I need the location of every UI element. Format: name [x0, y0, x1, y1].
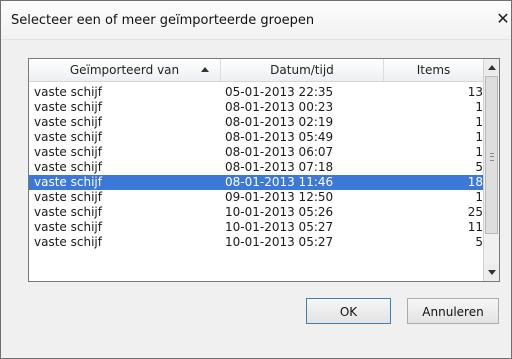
- cell-date: 10-01-2013 05:27: [225, 220, 334, 234]
- column-header-datetime[interactable]: Datum/tijd: [221, 59, 384, 81]
- column-header-items[interactable]: Items: [384, 59, 483, 81]
- cell-name: vaste schijf: [34, 220, 102, 234]
- cell-date: 05-01-2013 22:35: [225, 85, 334, 99]
- sort-ascending-icon: [201, 67, 209, 72]
- column-header-imported-from[interactable]: Geïmporteerd van: [29, 59, 221, 81]
- cell-date: 10-01-2013 05:26: [225, 205, 334, 219]
- close-icon[interactable]: ✕: [495, 10, 511, 28]
- dialog-title: Selecteer een of meer geïmporteerde groe…: [11, 13, 315, 28]
- cell-items: 25: [467, 205, 483, 219]
- table-row[interactable]: vaste schijf 08-01-2013 02:19 1: [29, 115, 483, 130]
- cell-date: 08-01-2013 07:18: [225, 160, 334, 174]
- ok-button[interactable]: OK: [306, 298, 391, 324]
- column-header-label: Geïmporteerd van: [69, 63, 180, 77]
- column-header-label: Datum/tijd: [270, 63, 334, 77]
- table-row[interactable]: vaste schijf 08-01-2013 05:49 1: [29, 130, 483, 145]
- scroll-thumb[interactable]: [485, 76, 498, 234]
- cell-items: 1: [475, 115, 483, 129]
- cell-name: vaste schijf: [34, 205, 102, 219]
- cell-date: 08-01-2013 06:07: [225, 145, 334, 159]
- column-header: Geïmporteerd van Datum/tijd Items: [29, 59, 483, 82]
- table-row[interactable]: vaste schijf 08-01-2013 06:07 1: [29, 145, 483, 160]
- cell-items: 1: [475, 100, 483, 114]
- cell-name: vaste schijf: [34, 85, 102, 99]
- cell-date: 08-01-2013 00:23: [225, 100, 334, 114]
- table-row[interactable]: vaste schijf 08-01-2013 00:23 1: [29, 100, 483, 115]
- table-row[interactable]: vaste schijf 10-01-2013 05:27 5: [29, 235, 483, 250]
- cell-name: vaste schijf: [34, 115, 102, 129]
- import-groups-list[interactable]: Geïmporteerd van Datum/tijd Items vaste …: [28, 58, 500, 282]
- cell-items: 1: [475, 130, 483, 144]
- scroll-down-button[interactable]: [484, 264, 499, 281]
- cell-items: 5: [475, 160, 483, 174]
- cell-name: vaste schijf: [34, 175, 102, 189]
- title-bar: Selecteer een of meer geïmporteerde groe…: [1, 1, 511, 40]
- table-row[interactable]: vaste schijf 09-01-2013 12:50 1: [29, 190, 483, 205]
- table-row[interactable]: vaste schijf 10-01-2013 05:27 11: [29, 220, 483, 235]
- cell-name: vaste schijf: [34, 160, 102, 174]
- table-row[interactable]: vaste schijf 10-01-2013 05:26 25: [29, 205, 483, 220]
- table-rows: vaste schijf 05-01-2013 22:35 13 vaste schi…: [29, 85, 483, 250]
- cell-date: 08-01-2013 11:46: [225, 175, 334, 189]
- cell-items: 5: [475, 235, 483, 249]
- cell-items: 18: [467, 175, 483, 189]
- import-groups-dialog: Selecteer een of meer geïmporteerde groe…: [0, 0, 512, 359]
- cell-items: 11: [467, 220, 483, 234]
- column-header-label: Items: [416, 63, 451, 77]
- cell-name: vaste schijf: [34, 235, 102, 249]
- cell-name: vaste schijf: [34, 130, 102, 144]
- vertical-scrollbar[interactable]: [483, 59, 499, 281]
- cell-name: vaste schijf: [34, 145, 102, 159]
- cell-name: vaste schijf: [34, 100, 102, 114]
- cell-date: 08-01-2013 05:49: [225, 130, 334, 144]
- chevron-down-icon: [488, 270, 496, 275]
- grip-icon: [490, 153, 494, 161]
- cell-date: 10-01-2013 05:27: [225, 235, 334, 249]
- cell-items: 1: [475, 145, 483, 159]
- cell-date: 09-01-2013 12:50: [225, 190, 334, 204]
- cell-items: 13: [467, 85, 483, 99]
- table-row[interactable]: vaste schijf 08-01-2013 07:18 5: [29, 160, 483, 175]
- chevron-up-icon: [488, 65, 496, 70]
- cancel-button[interactable]: Annuleren: [407, 298, 499, 324]
- table-row[interactable]: vaste schijf 08-01-2013 11:46 18: [29, 175, 483, 190]
- cell-date: 08-01-2013 02:19: [225, 115, 334, 129]
- scroll-up-button[interactable]: [484, 59, 499, 76]
- table-row[interactable]: vaste schijf 05-01-2013 22:35 13: [29, 85, 483, 100]
- cell-items: 1: [475, 190, 483, 204]
- cell-name: vaste schijf: [34, 190, 102, 204]
